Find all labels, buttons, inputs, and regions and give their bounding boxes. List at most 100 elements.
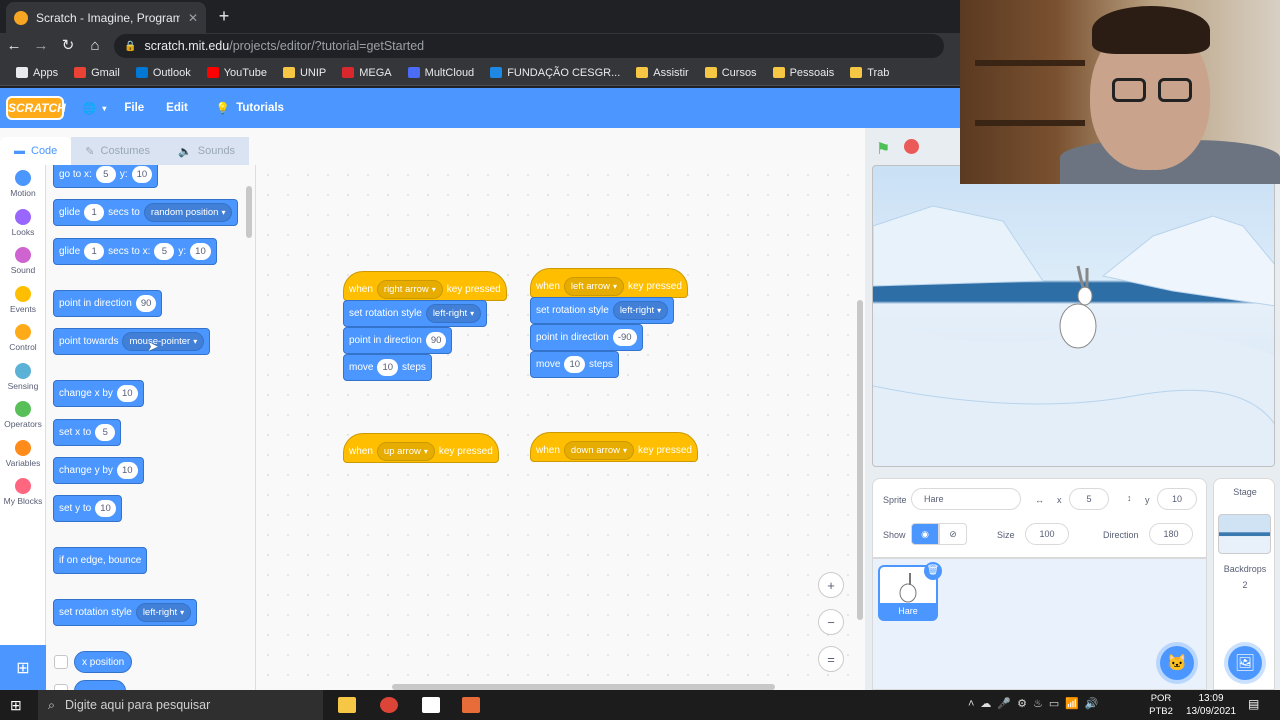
key-dropdown[interactable]: down arrow bbox=[563, 440, 635, 460]
category-my-blocks[interactable]: My Blocks bbox=[0, 473, 46, 512]
zoom-in-icon[interactable]: + bbox=[818, 572, 844, 598]
language-menu[interactable]: 🌐 ▾ bbox=[82, 101, 106, 115]
bookmark-item[interactable]: Apps bbox=[8, 67, 66, 79]
bookmark-item[interactable]: Outlook bbox=[128, 67, 199, 79]
hare-sprite[interactable] bbox=[1059, 265, 1097, 349]
tab-costumes[interactable]: ✎ Costumes bbox=[71, 137, 165, 165]
direction-input[interactable]: 90 bbox=[425, 332, 447, 349]
notification-icon[interactable]: ▤ bbox=[1248, 697, 1259, 711]
y-input[interactable]: 10 bbox=[95, 500, 116, 517]
bookmark-item[interactable]: Gmail bbox=[66, 67, 128, 79]
backdrop-thumbnail[interactable] bbox=[1218, 514, 1271, 554]
bookmark-item[interactable]: UNIP bbox=[275, 67, 334, 79]
change-x-block[interactable]: change x by 10 bbox=[53, 380, 144, 407]
x-position-reporter[interactable]: x position bbox=[74, 651, 133, 673]
bookmark-item[interactable]: Pessoais bbox=[765, 67, 843, 79]
green-flag-icon[interactable]: ⚑ bbox=[876, 139, 890, 159]
category-sound[interactable]: Sound bbox=[0, 242, 46, 281]
tutorials-button[interactable]: 💡 Tutorials bbox=[216, 101, 284, 115]
reload-icon[interactable]: ↻ bbox=[59, 37, 77, 55]
direction-input[interactable]: 90 bbox=[135, 295, 157, 312]
category-operators[interactable]: Operators bbox=[0, 396, 46, 435]
glide-random-block[interactable]: glide 1 secs to random position bbox=[53, 199, 239, 226]
bookmark-item[interactable]: YouTube bbox=[199, 67, 275, 79]
add-backdrop-button[interactable]: 🖼 bbox=[1228, 646, 1262, 680]
rotation-dropdown[interactable]: left-right bbox=[425, 304, 482, 323]
show-visible-button[interactable]: ◉ bbox=[911, 523, 939, 545]
notion-icon[interactable] bbox=[422, 697, 440, 713]
zoom-reset-icon[interactable]: = bbox=[818, 646, 844, 672]
new-tab-button[interactable]: + bbox=[214, 6, 234, 26]
tab-code[interactable]: ▬ Code bbox=[0, 137, 72, 165]
code-workspace[interactable] bbox=[258, 165, 865, 690]
set-rotation-style-block[interactable]: set rotation style left-right bbox=[530, 297, 675, 324]
file-explorer-icon[interactable] bbox=[338, 697, 356, 713]
rotation-dropdown[interactable]: left-right bbox=[612, 301, 669, 320]
direction-input[interactable]: -90 bbox=[612, 329, 637, 346]
move-steps-block[interactable]: move 10 steps bbox=[343, 354, 432, 381]
steps-input[interactable]: 10 bbox=[377, 359, 399, 376]
stage-canvas[interactable] bbox=[872, 165, 1275, 467]
language-indicator[interactable]: POR PTB2 bbox=[1146, 692, 1176, 718]
bookmark-item[interactable]: MultCloud bbox=[400, 67, 483, 79]
show-hidden-button[interactable]: ⊘ bbox=[939, 523, 967, 545]
trash-icon[interactable]: 🗑 bbox=[924, 562, 942, 580]
point-direction-block[interactable]: point in direction 90 bbox=[53, 290, 163, 317]
forward-arrow-icon[interactable]: → bbox=[32, 37, 50, 55]
bookmark-item[interactable]: MEGA bbox=[334, 67, 399, 79]
y-position-reporter[interactable] bbox=[74, 680, 126, 690]
x-input[interactable]: 5 bbox=[95, 166, 116, 183]
tab-sounds[interactable]: 🔈 Sounds bbox=[164, 137, 250, 165]
size-input[interactable]: 100 bbox=[1025, 523, 1069, 545]
bookmark-item[interactable]: Trab bbox=[842, 67, 897, 79]
set-y-block[interactable]: set y to 10 bbox=[53, 495, 122, 522]
taskbar-search[interactable]: ⌕ Digite aqui para pesquisar bbox=[38, 690, 323, 720]
bookmark-item[interactable]: Assistir bbox=[628, 67, 696, 79]
key-dropdown[interactable]: up arrow bbox=[376, 441, 435, 461]
category-events[interactable]: Events bbox=[0, 281, 46, 320]
category-control[interactable]: Control bbox=[0, 319, 46, 358]
add-extension-button[interactable]: ⊞ bbox=[0, 645, 46, 690]
rotation-dropdown[interactable]: left-right bbox=[135, 603, 192, 622]
chrome-icon[interactable] bbox=[380, 697, 398, 713]
close-tab-icon[interactable]: ✕ bbox=[188, 11, 198, 25]
secs-input[interactable]: 1 bbox=[84, 204, 105, 221]
scratch-logo[interactable]: SCRATCH bbox=[6, 96, 66, 120]
steps-input[interactable]: 10 bbox=[564, 356, 586, 373]
system-tray-icons[interactable]: ˄☁🎤⚙♨▭📶🔊 bbox=[968, 697, 1105, 710]
y-input[interactable]: 10 bbox=[131, 166, 153, 183]
edit-menu[interactable]: Edit bbox=[166, 102, 188, 114]
y-input[interactable]: 10 bbox=[190, 243, 211, 260]
x-input[interactable]: 5 bbox=[95, 424, 116, 441]
direction-input[interactable]: 180 bbox=[1149, 523, 1193, 545]
bookmark-item[interactable]: FUNDAÇÃO CESGR... bbox=[482, 67, 628, 79]
x-position-checkbox[interactable] bbox=[54, 655, 68, 669]
category-motion[interactable]: Motion bbox=[0, 165, 46, 204]
add-sprite-button[interactable]: 🐱 bbox=[1160, 646, 1194, 680]
when-right-arrow-hat[interactable]: whenright arrowkey pressed bbox=[343, 271, 507, 301]
file-menu[interactable]: File bbox=[124, 102, 144, 114]
glide-xy-block[interactable]: glide 1 secs to x: 5 y: 10 bbox=[53, 238, 217, 265]
secs-input[interactable]: 1 bbox=[84, 243, 105, 260]
category-looks[interactable]: Looks bbox=[0, 204, 46, 243]
stop-icon[interactable] bbox=[904, 139, 919, 154]
bounce-block[interactable]: if on edge, bounce bbox=[53, 547, 148, 574]
browser-tab[interactable]: Scratch - Imagine, Program, Share ✕ bbox=[6, 2, 206, 33]
rotation-style-block[interactable]: set rotation style left-right bbox=[53, 599, 198, 626]
y-input[interactable]: 10 bbox=[1157, 488, 1197, 510]
when-up-arrow-hat[interactable]: whenup arrowkey pressed bbox=[343, 433, 499, 463]
category-variables[interactable]: Variables bbox=[0, 435, 46, 474]
workspace-vertical-scrollbar[interactable] bbox=[857, 300, 863, 620]
when-left-arrow-hat[interactable]: whenleft arrow key pressed bbox=[530, 268, 688, 298]
address-bar[interactable]: 🔒 scratch.mit.edu/projects/editor/?tutor… bbox=[114, 34, 944, 58]
towards-dropdown[interactable]: mouse-pointer bbox=[122, 332, 205, 351]
x-input[interactable]: 5 bbox=[1069, 488, 1109, 510]
change-y-block[interactable]: change y by 10 bbox=[53, 457, 144, 484]
goto-xy-block[interactable]: go to x: 5 y: 10 bbox=[53, 165, 159, 188]
windows-start-icon[interactable]: ⊞ bbox=[10, 697, 22, 714]
zoom-out-icon[interactable]: − bbox=[818, 609, 844, 635]
bookmark-item[interactable]: Cursos bbox=[697, 67, 765, 79]
back-arrow-icon[interactable]: ← bbox=[5, 37, 23, 55]
point-direction-block[interactable]: point in direction 90 bbox=[343, 327, 453, 354]
point-direction-block[interactable]: point in direction -90 bbox=[530, 324, 643, 351]
